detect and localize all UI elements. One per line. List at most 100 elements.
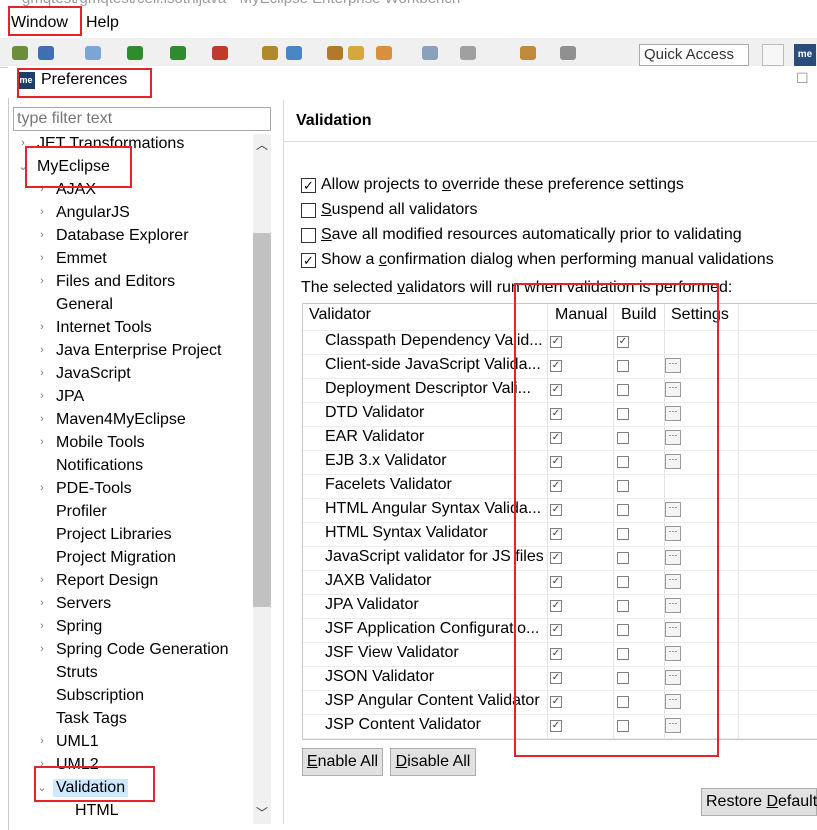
tree-item[interactable]: Task Tags — [13, 709, 253, 732]
manual-checkbox[interactable]: ✓ — [550, 360, 562, 372]
tree-item[interactable]: ⌄ Validation — [13, 778, 253, 801]
expand-arrow-icon[interactable]: › — [37, 597, 47, 609]
manual-checkbox[interactable]: ✓ — [550, 576, 562, 588]
build-checkbox[interactable] — [617, 720, 629, 732]
collapse-arrow-icon[interactable]: ⌄ — [18, 160, 28, 173]
open-perspective-icon[interactable] — [762, 44, 784, 66]
tree-item[interactable]: › Internet Tools — [13, 318, 253, 341]
build-checkbox[interactable] — [617, 504, 629, 516]
tree-item[interactable]: › Servers — [13, 594, 253, 617]
tree-item[interactable]: › Java Enterprise Project — [13, 341, 253, 364]
column-header-build[interactable]: Build — [621, 306, 657, 324]
toolbar-button-icon[interactable] — [560, 46, 576, 60]
enable-all-button[interactable]: Enable All — [302, 748, 383, 776]
tree-item[interactable]: › UML2 — [13, 755, 253, 778]
manual-checkbox[interactable]: ✓ — [550, 624, 562, 636]
expand-arrow-icon[interactable]: › — [37, 390, 47, 402]
expand-arrow-icon[interactable]: › — [37, 620, 47, 632]
collapse-arrow-icon[interactable]: ⌄ — [37, 781, 47, 794]
splitter[interactable] — [283, 100, 284, 824]
manual-checkbox[interactable]: ✓ — [550, 672, 562, 684]
tree-item[interactable]: HTML — [13, 801, 253, 824]
tree-item[interactable]: Struts — [13, 663, 253, 686]
toolbar-button-icon[interactable] — [262, 46, 278, 60]
expand-arrow-icon[interactable]: › — [37, 183, 47, 195]
build-checkbox[interactable]: ✓ — [617, 336, 629, 348]
option-checkbox[interactable] — [301, 228, 316, 243]
tree-item[interactable]: › Maven4MyEclipse — [13, 410, 253, 433]
restore-defaults-button[interactable]: Restore Defaults — [701, 788, 817, 816]
tree-item[interactable]: › Report Design — [13, 571, 253, 594]
tree-item[interactable]: › Mobile Tools — [13, 433, 253, 456]
build-checkbox[interactable] — [617, 360, 629, 372]
toolbar-button-icon[interactable] — [520, 46, 536, 60]
expand-arrow-icon[interactable]: › — [37, 275, 47, 287]
expand-arrow-icon[interactable]: › — [37, 758, 47, 770]
tree-item[interactable]: › UML1 — [13, 732, 253, 755]
settings-button[interactable]: ··· — [665, 598, 681, 613]
manual-checkbox[interactable]: ✓ — [550, 648, 562, 660]
build-checkbox[interactable] — [617, 384, 629, 396]
scroll-down-icon[interactable]: ﹀ — [253, 804, 271, 821]
build-checkbox[interactable] — [617, 432, 629, 444]
settings-button[interactable]: ··· — [665, 406, 681, 421]
build-checkbox[interactable] — [617, 696, 629, 708]
expand-arrow-icon[interactable]: › — [37, 344, 47, 356]
tree-item[interactable]: Project Migration — [13, 548, 253, 571]
build-checkbox[interactable] — [617, 648, 629, 660]
scroll-up-icon[interactable]: ︿ — [253, 136, 271, 153]
tree-item[interactable]: › Files and Editors — [13, 272, 253, 295]
tree-item[interactable]: › AJAX — [13, 180, 253, 203]
settings-button[interactable]: ··· — [665, 430, 681, 445]
toolbar-button-icon[interactable] — [212, 46, 228, 60]
expand-arrow-icon[interactable]: › — [18, 137, 28, 149]
settings-button[interactable]: ··· — [665, 670, 681, 685]
tree-item[interactable]: › Spring Code Generation — [13, 640, 253, 663]
option-checkbox[interactable] — [301, 203, 316, 218]
build-checkbox[interactable] — [617, 624, 629, 636]
settings-button[interactable]: ··· — [665, 622, 681, 637]
toolbar-button-icon[interactable] — [12, 46, 28, 60]
menu-help[interactable]: Help — [86, 14, 119, 32]
column-header-validator[interactable]: Validator — [309, 306, 371, 324]
option-checkbox[interactable]: ✓ — [301, 253, 316, 268]
tree-item[interactable]: Profiler — [13, 502, 253, 525]
column-header-settings[interactable]: Settings — [671, 306, 729, 324]
option-checkbox[interactable]: ✓ — [301, 178, 316, 193]
expand-arrow-icon[interactable]: › — [37, 482, 47, 494]
quick-access-field[interactable]: Quick Access — [639, 44, 749, 66]
manual-checkbox[interactable]: ✓ — [550, 480, 562, 492]
expand-arrow-icon[interactable]: › — [37, 321, 47, 333]
disable-all-button[interactable]: Disable All — [390, 748, 476, 776]
build-checkbox[interactable] — [617, 552, 629, 564]
expand-arrow-icon[interactable]: › — [37, 413, 47, 425]
toolbar-button-icon[interactable] — [170, 46, 186, 60]
manual-checkbox[interactable]: ✓ — [550, 696, 562, 708]
expand-arrow-icon[interactable]: › — [37, 735, 47, 747]
expand-arrow-icon[interactable]: › — [37, 436, 47, 448]
tree-item[interactable]: › JPA — [13, 387, 253, 410]
expand-arrow-icon[interactable]: › — [37, 229, 47, 241]
manual-checkbox[interactable]: ✓ — [550, 408, 562, 420]
tree-item[interactable]: Subscription — [13, 686, 253, 709]
settings-button[interactable]: ··· — [665, 502, 681, 517]
build-checkbox[interactable] — [617, 672, 629, 684]
myeclipse-perspective-icon[interactable]: me — [794, 44, 816, 66]
toolbar-button-icon[interactable] — [376, 46, 392, 60]
build-checkbox[interactable] — [617, 576, 629, 588]
expand-arrow-icon[interactable]: › — [37, 643, 47, 655]
toolbar-button-icon[interactable] — [127, 46, 143, 60]
tree-item[interactable]: › Emmet — [13, 249, 253, 272]
manual-checkbox[interactable]: ✓ — [550, 456, 562, 468]
manual-checkbox[interactable]: ✓ — [550, 504, 562, 516]
build-checkbox[interactable] — [617, 600, 629, 612]
filter-input[interactable] — [13, 107, 271, 131]
menu-window[interactable]: Window — [11, 14, 68, 32]
toolbar-button-icon[interactable] — [460, 46, 476, 60]
toolbar-button-icon[interactable] — [327, 46, 343, 60]
build-checkbox[interactable] — [617, 480, 629, 492]
settings-button[interactable]: ··· — [665, 382, 681, 397]
maximize-icon[interactable]: ☐ — [796, 70, 809, 87]
toolbar-button-icon[interactable] — [348, 46, 364, 60]
build-checkbox[interactable] — [617, 456, 629, 468]
